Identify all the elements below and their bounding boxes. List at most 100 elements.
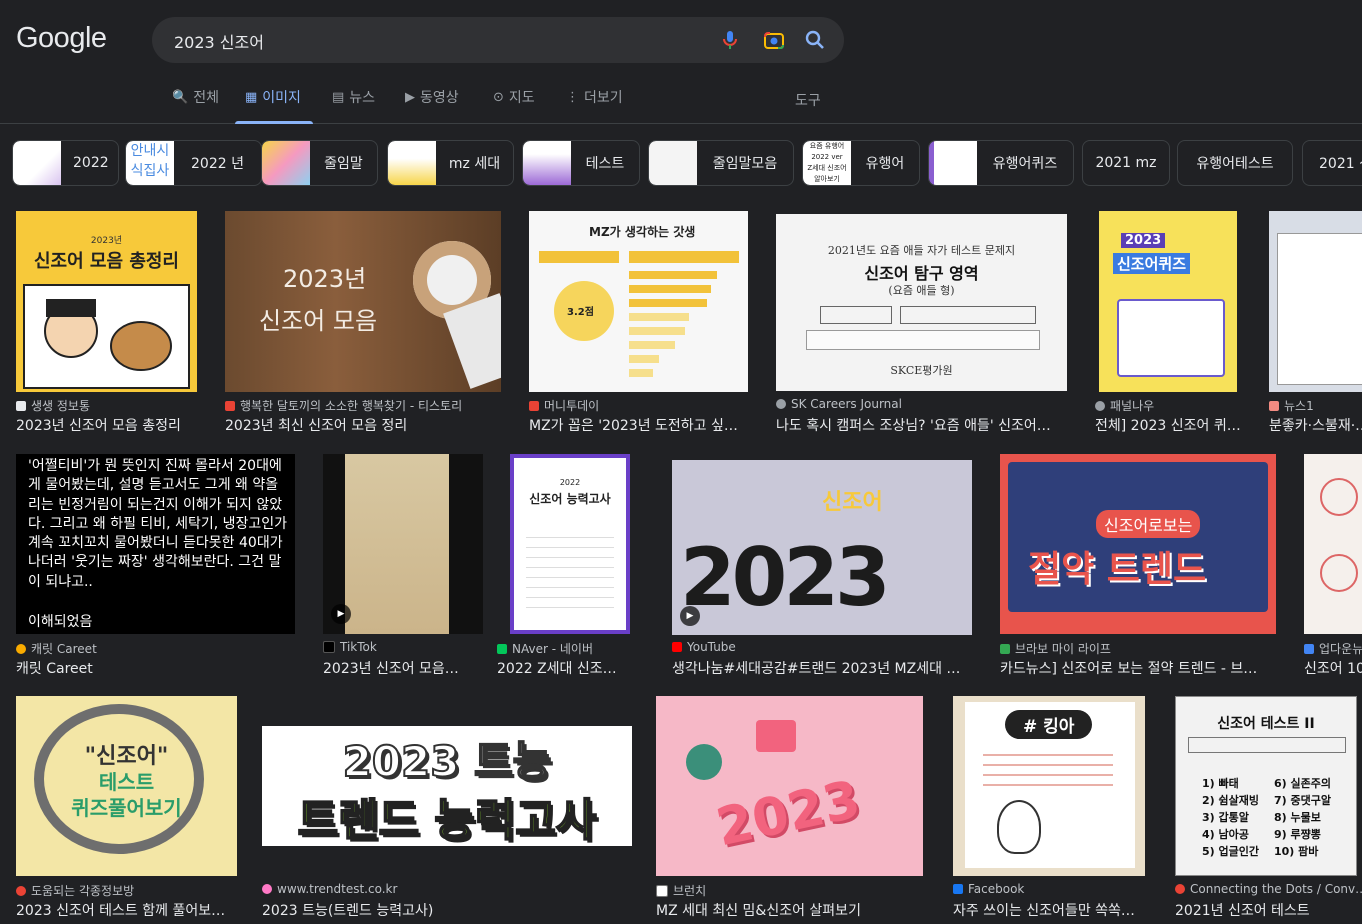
chip-thumbnail xyxy=(929,141,977,185)
globe-icon xyxy=(776,399,786,409)
site-favicon xyxy=(656,884,668,897)
tab-images[interactable]: ▦ 이미지 xyxy=(235,88,313,124)
chip-thumbnail xyxy=(262,141,310,185)
play-icon: ▶ xyxy=(331,604,351,624)
search-box[interactable] xyxy=(152,17,844,63)
result-thumbnail: MZ가 생각하는 갓생 3.2점 xyxy=(529,211,748,392)
chip-abbreviation-collection[interactable]: 줄임말모음 xyxy=(648,140,794,186)
image-result[interactable]: 업다운뉴 신조어 10 xyxy=(1304,454,1362,679)
tools-button[interactable]: 도구 xyxy=(795,90,821,110)
image-result[interactable]: 2022 신조어 능력고사 NAver - 네이버 2022 Z세대 신조어 … xyxy=(497,454,652,679)
result-title[interactable]: 2023년 신조어 모음 총정리 xyxy=(16,415,206,435)
result-thumbnail: ▶ xyxy=(323,454,483,634)
result-thumbnail xyxy=(1304,454,1362,634)
result-title[interactable]: 2022 Z세대 신조어 … xyxy=(497,658,629,678)
result-thumbnail: 2022 신조어 능력고사 xyxy=(510,454,630,634)
chip-thumbnail: 요즘 유행어 2022 ver Z세대 신조어 알아보기 xyxy=(803,141,851,185)
chip-test[interactable]: 테스트 xyxy=(522,140,640,186)
chip-thumbnail xyxy=(388,141,436,185)
chip-2021-mz[interactable]: 2021 mz xyxy=(1082,140,1170,186)
result-title[interactable]: 2023 트능(트렌드 능력고사) xyxy=(262,900,632,920)
result-thumbnail: "신조어" 테스트 퀴즈풀어보기 xyxy=(16,696,237,876)
globe-icon xyxy=(1095,400,1105,411)
site-favicon xyxy=(1304,643,1314,654)
site-favicon xyxy=(16,885,26,896)
image-result[interactable]: 신조어로보는 절약 트렌드 브라보 마이 라이프 카드뉴스] 신조어로 보는 절… xyxy=(1000,454,1285,679)
chip-abbreviation[interactable]: 줄임말 xyxy=(261,140,378,186)
chip-buzzword[interactable]: 요즘 유행어 2022 ver Z세대 신조어 알아보기 유행어 xyxy=(802,140,920,186)
tab-news[interactable]: ▤ 뉴스 xyxy=(332,88,375,124)
image-result[interactable]: 2023년 신조어 모음 총정리 생생 정보통 2023년 신조어 모음 총정리 xyxy=(16,211,206,436)
result-title[interactable]: MZ가 꼽은 '2023년 도전하고 싶… xyxy=(529,415,754,435)
result-thumbnail: 2021년도 요즘 애들 자가 테스트 문제지 신조어 탐구 영역 (요즘 애들… xyxy=(776,214,1067,391)
image-result[interactable]: "신조어" 테스트 퀴즈풀어보기 도움되는 각종정보방 2023 신조어 테스트… xyxy=(16,696,246,924)
result-thumbnail: '어쩔티비'가 뭔 뜻인지 진짜 몰라서 20대에게 물어봤는데, 설명 듣고서… xyxy=(16,454,295,634)
result-thumbnail: 2023년 신조어 모음 xyxy=(225,211,501,392)
result-thumbnail xyxy=(1269,211,1362,392)
result-thumbnail: 신조어 테스트 II 1) 빠태 2) 쉼살재빙 3) 갑통알 4) 남아공 5… xyxy=(1175,696,1357,876)
image-result[interactable]: 신조어 2023 ▶ YouTube 생각나눔#세대공감#트랜드 2023년 M… xyxy=(672,454,982,679)
image-result[interactable]: 2023 신조어퀴즈 패널나우 전체] 2023 신조어 퀴… xyxy=(1095,211,1245,436)
result-thumbnail: 2023년 신조어 모음 총정리 xyxy=(16,211,197,392)
result-thumbnail: 2023 신조어퀴즈 xyxy=(1099,211,1237,392)
image-icon: ▦ xyxy=(245,90,258,105)
result-title[interactable]: 자주 쓰이는 신조어들만 쏙쏙… xyxy=(953,900,1145,920)
tab-maps[interactable]: ⊙ 지도 xyxy=(493,88,535,124)
image-result[interactable]: 2023 트능 트렌드 능력고사 www.trendtest.co.kr 202… xyxy=(262,696,637,924)
facebook-icon xyxy=(953,884,963,894)
google-logo[interactable]: Google xyxy=(16,22,107,55)
tab-all[interactable]: 🔍 전체 xyxy=(172,88,219,124)
chip-2022[interactable]: 2022 xyxy=(12,140,119,186)
result-title[interactable]: 나도 혹시 캠퍼스 조상님? '요즘 애들' 신조어… xyxy=(776,415,1076,435)
image-result[interactable]: '어쩔티비'가 뭔 뜻인지 진짜 몰라서 20대에게 물어봤는데, 설명 듣고서… xyxy=(16,454,301,679)
image-result[interactable]: 뉴스1 분좋카·스불재·… xyxy=(1269,211,1362,436)
site-favicon xyxy=(16,643,26,654)
chip-mz-generation[interactable]: mz 세대 xyxy=(387,140,514,186)
result-title[interactable]: MZ 세대 최신 밈&신조어 살펴보기 xyxy=(656,900,926,920)
result-title[interactable]: 신조어 10 xyxy=(1304,658,1362,678)
chip-buzzword-test[interactable]: 유행어테스트 xyxy=(1177,140,1293,186)
image-result[interactable]: 2023년 신조어 모음 행복한 달토끼의 소소한 행복찾기 - 티스토리 20… xyxy=(225,211,505,436)
image-result[interactable]: MZ가 생각하는 갓생 3.2점 머니투데이 MZ가 꼽은 '2023년 도전하… xyxy=(529,211,754,436)
chip-buzzword-quiz[interactable]: 유행어퀴즈 xyxy=(928,140,1074,186)
chip-2022-year[interactable]: 안내시 식집사 2022 년 xyxy=(125,140,262,186)
chip-2021-new[interactable]: 2021 신 xyxy=(1302,140,1362,186)
naver-icon xyxy=(497,643,507,654)
tab-videos[interactable]: ▶ 동영상 xyxy=(405,88,459,124)
image-result[interactable]: # 킹아 Facebook 자주 쓰이는 신조어들만 쏙쏙… xyxy=(953,696,1153,924)
image-result[interactable]: 신조어 테스트 II 1) 빠태 2) 쉼살재빙 3) 갑통알 4) 남아공 5… xyxy=(1175,696,1362,924)
result-title[interactable]: 생각나눔#세대공감#트랜드 2023년 MZ세대 … xyxy=(672,658,972,678)
search-header: Google 🔍 전체 ▦ 이미지 ▤ 뉴스 xyxy=(0,0,1362,124)
site-favicon xyxy=(1269,400,1279,411)
tiktok-icon xyxy=(323,641,335,653)
result-title[interactable]: 전체] 2023 신조어 퀴… xyxy=(1095,415,1245,435)
chip-thumbnail xyxy=(649,141,697,185)
result-title[interactable]: 분좋카·스불재·… xyxy=(1269,415,1362,435)
microphone-icon[interactable] xyxy=(718,28,742,52)
active-tab-indicator xyxy=(235,121,313,124)
search-icon[interactable] xyxy=(803,28,827,52)
result-thumbnail: 2023 트능 트렌드 능력고사 xyxy=(262,726,632,846)
site-favicon xyxy=(262,884,272,894)
result-title[interactable]: 캐릿 Careet xyxy=(16,658,301,678)
search-input[interactable] xyxy=(172,27,706,55)
chip-thumbnail: 안내시 식집사 xyxy=(126,141,174,185)
map-pin-icon: ⊙ xyxy=(493,90,504,105)
result-title[interactable]: 카드뉴스] 신조어로 보는 절약 트렌드 - 브… xyxy=(1000,658,1280,678)
image-result[interactable]: 2021년도 요즘 애들 자가 테스트 문제지 신조어 탐구 영역 (요즘 애들… xyxy=(776,211,1076,436)
youtube-icon xyxy=(672,642,682,652)
result-title[interactable]: 2023년 최신 신조어 모음 정리 xyxy=(225,415,505,435)
site-favicon xyxy=(1175,884,1185,894)
result-title[interactable]: 2023 신조어 테스트 함께 풀어보… xyxy=(16,900,236,920)
chip-thumbnail xyxy=(13,141,61,185)
image-result[interactable]: ▶ TikTok 2023년 신조어 모음… xyxy=(323,454,488,679)
result-title[interactable]: 2021년 신조어 테스트 xyxy=(1175,900,1362,920)
site-favicon xyxy=(529,400,539,411)
result-title[interactable]: 2023년 신조어 모음… xyxy=(323,658,463,678)
result-thumbnail: # 킹아 xyxy=(953,696,1145,876)
tab-more[interactable]: ⋮ 더보기 xyxy=(566,88,623,124)
result-thumbnail: 2023 xyxy=(656,696,923,876)
image-result[interactable]: 2023 브런치 MZ 세대 최신 밈&신조어 살펴보기 xyxy=(656,696,931,924)
result-thumbnail: 신조어로보는 절약 트렌드 xyxy=(1000,454,1276,634)
camera-lens-icon[interactable] xyxy=(762,28,786,52)
